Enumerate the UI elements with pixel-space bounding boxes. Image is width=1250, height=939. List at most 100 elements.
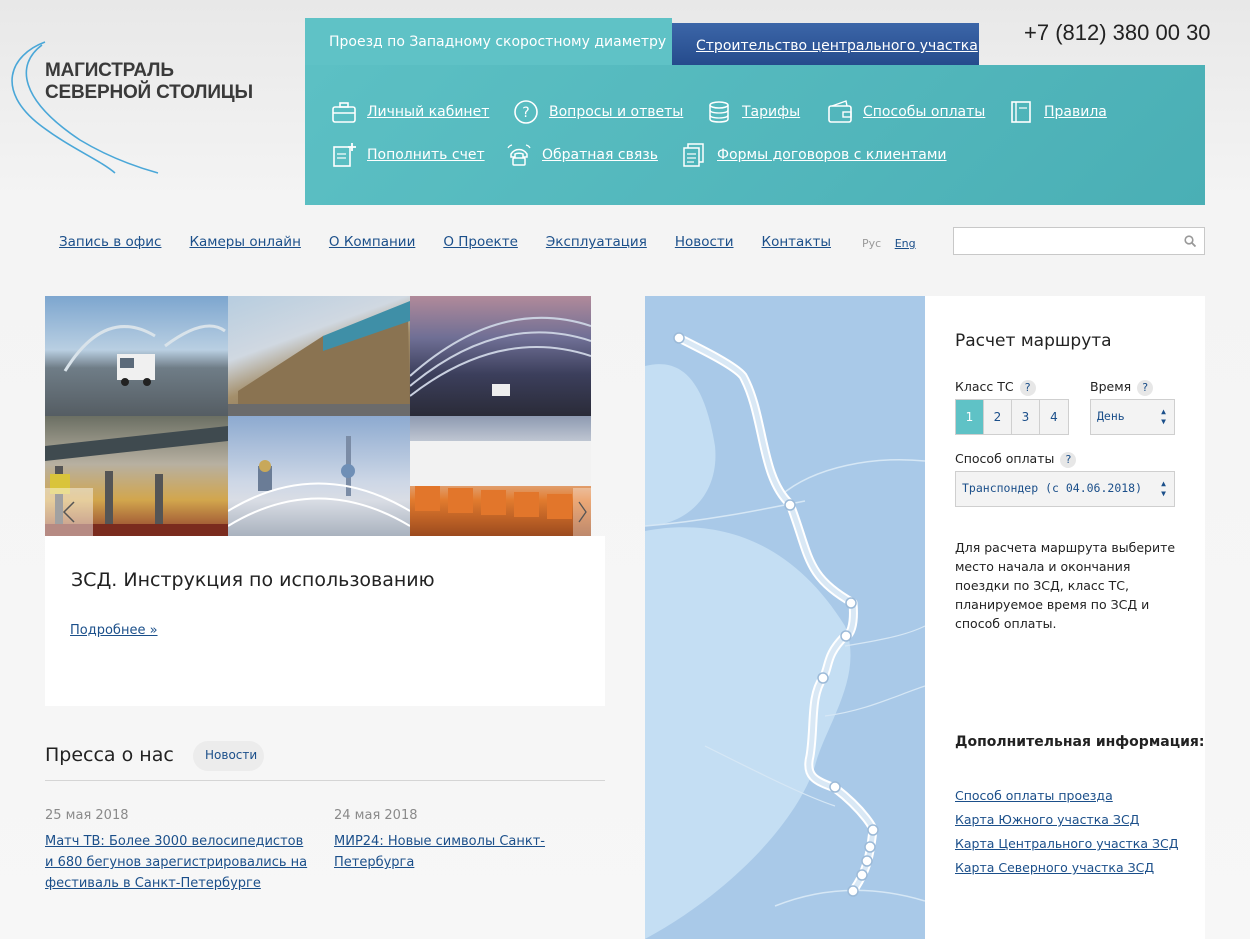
nav-office-booking[interactable]: Запись в офис (59, 234, 161, 250)
more-info-title: Дополнительная информация: (955, 734, 1205, 750)
slider-photo-trucks (410, 416, 591, 536)
lang-en[interactable]: Eng (895, 237, 916, 250)
language-switcher: Рус Eng (862, 237, 916, 250)
article-more-link[interactable]: Подробнее » (70, 623, 158, 638)
nav-project[interactable]: О Проекте (443, 234, 518, 250)
vehicle-class-help-icon[interactable]: ? (1019, 380, 1036, 396)
press-item: 24 мая 2018 МИР24: Новые символы Санкт-П… (334, 808, 554, 872)
more-link-payment-method[interactable]: Способ оплаты проезда (955, 788, 1178, 803)
payment-help-icon[interactable]: ? (1060, 452, 1077, 468)
quick-link-faq[interactable]: ? Вопросы и ответы (513, 99, 683, 125)
quick-link-cabinet-label[interactable]: Личный кабинет (367, 104, 489, 120)
more-link-central-map[interactable]: Карта Центрального участка ЗСД (955, 836, 1178, 851)
press-divider (45, 780, 605, 781)
press-item-link[interactable]: Матч ТВ: Более 3000 велосипедистов и 680… (45, 834, 307, 891)
wallet-icon (828, 100, 852, 123)
quick-link-payment-label[interactable]: Способы оплаты (863, 104, 985, 120)
main-nav: Запись в офис Камеры онлайн О Компании О… (59, 234, 859, 250)
payment-label-text: Способ оплаты (955, 451, 1055, 466)
book-icon (1011, 101, 1031, 123)
slider-prev-button[interactable] (45, 488, 93, 536)
slider-next-button[interactable] (573, 488, 591, 536)
photo-tunnel-night (410, 316, 591, 397)
image-slider (45, 296, 591, 536)
tab-central-construction-link[interactable]: Строительство центрального участка (696, 38, 978, 54)
time-select[interactable]: День ▲ ▼ (1090, 399, 1175, 435)
logo-swoosh-icon (11, 41, 159, 174)
payment-select-value: Транспондер (с 04.06.2018) (962, 481, 1143, 495)
photo-trucks (410, 441, 591, 519)
quick-link-feedback[interactable]: Обратная связь (506, 142, 658, 168)
phone-icon (507, 144, 531, 166)
documents-icon (683, 143, 704, 167)
time-label: Время? (1090, 379, 1154, 396)
logo-line-2: СЕВЕРНОЙ СТОЛИЦЫ (45, 82, 253, 103)
add-document-icon (333, 143, 356, 167)
slider-photo-tunnel-night (410, 296, 591, 416)
quick-link-payment[interactable]: Способы оплаты (827, 99, 985, 125)
press-news-tag[interactable]: Новости (193, 741, 264, 771)
quick-link-contract-forms[interactable]: Формы договоров с клиентами (681, 142, 947, 168)
vehicle-class-label-text: Класс ТС (955, 379, 1014, 394)
quick-link-tariffs-label[interactable]: Тарифы (742, 104, 800, 120)
route-map-canvas[interactable] (645, 296, 925, 939)
nav-company[interactable]: О Компании (329, 234, 415, 250)
vehicle-class-3-button[interactable]: 3 (1012, 400, 1040, 434)
nav-operation[interactable]: Эксплуатация (546, 234, 647, 250)
logo-line-1: МАГИСТРАЛЬ (45, 60, 174, 81)
quick-link-tariffs[interactable]: Тарифы (706, 99, 800, 125)
time-label-text: Время (1090, 379, 1132, 394)
route-map[interactable] (645, 296, 925, 939)
tab-central-construction[interactable]: Строительство центрального участка (672, 23, 979, 65)
vehicle-class-2-button[interactable]: 2 (984, 400, 1012, 434)
quick-link-rules[interactable]: Правила (1008, 99, 1107, 125)
lang-ru: Рус (862, 237, 882, 250)
more-link-south-map[interactable]: Карта Южного участка ЗСД (955, 812, 1178, 827)
route-calculator: Расчет маршрута Класс ТС? 1 2 3 4 Время?… (925, 296, 1205, 939)
briefcase-icon (332, 102, 356, 123)
search-icon[interactable] (1184, 235, 1196, 247)
slider-photo-road-truck (45, 296, 228, 416)
vehicle-class-1-button[interactable]: 1 (956, 400, 984, 434)
svg-text:?: ? (522, 105, 529, 121)
logo-text: МАГИСТРАЛЬ СЕВЕРНОЙ СТОЛИЦЫ (45, 60, 253, 104)
nav-news[interactable]: Новости (675, 234, 734, 250)
more-info-links: Способ оплаты проезда Карта Южного участ… (955, 788, 1178, 884)
tab-wsd-travel[interactable]: Проезд по Западному скоростному диаметру (305, 18, 672, 66)
chevron-right-icon (578, 501, 587, 523)
payment-select[interactable]: Транспондер (с 04.06.2018) ▲ ▼ (955, 471, 1175, 507)
route-description: Для расчета маршрута выберите место нача… (955, 540, 1176, 631)
quick-link-topup[interactable]: Пополнить счет (331, 142, 485, 168)
photo-road-truck (63, 324, 226, 386)
quick-link-contract-forms-label[interactable]: Формы договоров с клиентами (717, 147, 947, 163)
quick-link-topup-label[interactable]: Пополнить счет (367, 147, 485, 163)
nav-cameras[interactable]: Камеры онлайн (189, 234, 300, 250)
time-select-value: День (1097, 409, 1125, 423)
vehicle-class-label: Класс ТС? (955, 379, 1036, 396)
press-item-date: 24 мая 2018 (334, 808, 418, 823)
chevron-left-icon (62, 501, 75, 523)
photo-skyline (228, 436, 410, 527)
photo-building (228, 301, 410, 416)
search-input[interactable] (954, 228, 1174, 254)
press-item-link[interactable]: МИР24: Новые символы Санкт-Петербурга (334, 834, 545, 870)
coins-icon (709, 101, 729, 123)
route-title: Расчет маршрута (955, 331, 1112, 351)
quick-link-cabinet[interactable]: Личный кабинет (331, 99, 489, 125)
press-item: 25 мая 2018 Матч ТВ: Более 3000 велосипе… (45, 808, 315, 893)
slider-photo-building (228, 296, 410, 416)
phone-number: +7 (812) 380 00 30 (1024, 20, 1211, 45)
more-link-north-map[interactable]: Карта Северного участка ЗСД (955, 860, 1178, 875)
search-box (953, 227, 1205, 255)
time-help-icon[interactable]: ? (1137, 380, 1154, 396)
press-title: Пресса о нас (45, 744, 174, 766)
tab-wsd-travel-label: Проезд по Западному скоростному диаметру (329, 34, 667, 50)
payment-label: Способ оплаты? (955, 451, 1077, 468)
question-circle-icon: ? (514, 100, 538, 124)
logo[interactable]: МАГИСТРАЛЬ СЕВЕРНОЙ СТОЛИЦЫ (0, 30, 260, 180)
nav-contacts[interactable]: Контакты (762, 234, 831, 250)
quick-link-faq-label[interactable]: Вопросы и ответы (549, 104, 683, 120)
quick-link-feedback-label[interactable]: Обратная связь (542, 147, 658, 163)
vehicle-class-4-button[interactable]: 4 (1040, 400, 1068, 434)
quick-link-rules-label[interactable]: Правила (1044, 104, 1107, 120)
